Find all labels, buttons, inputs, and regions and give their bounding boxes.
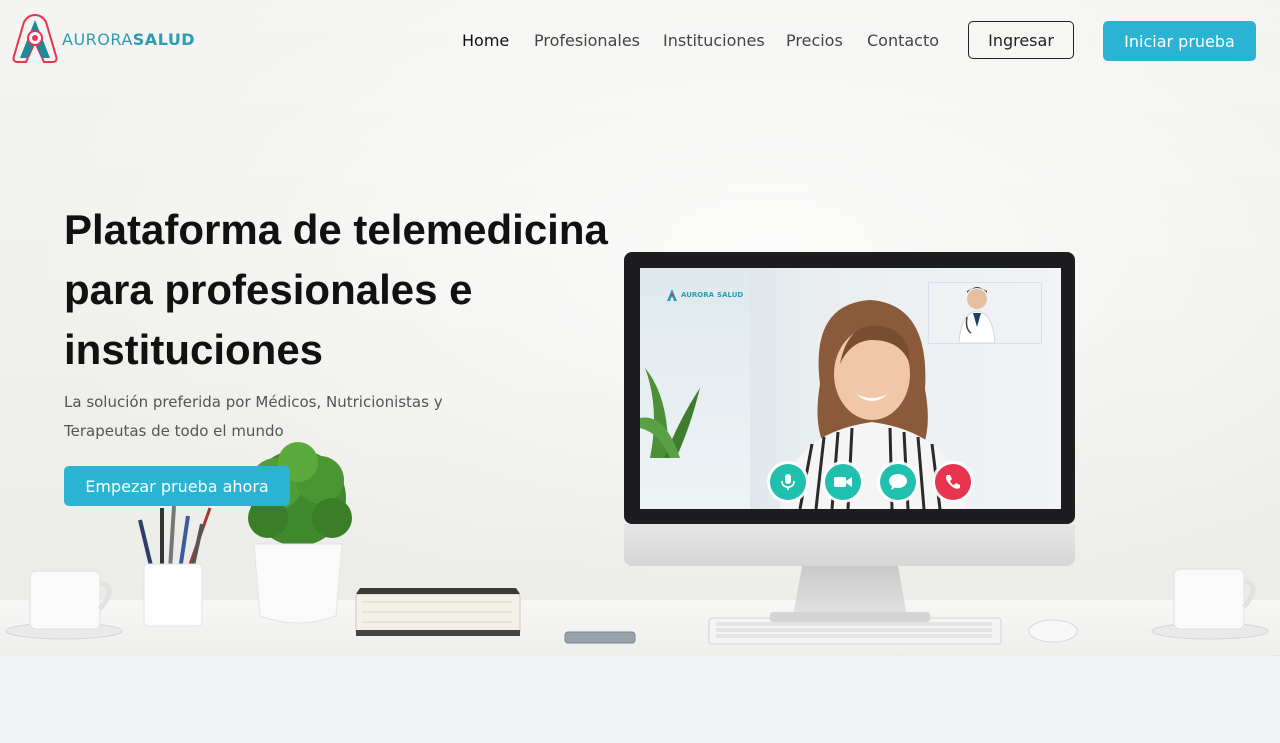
aurora-logo-icon: [12, 13, 58, 63]
microphone-icon: [781, 474, 795, 490]
hang-up-phone-icon: [946, 475, 960, 489]
nav-contacto[interactable]: Contacto: [867, 31, 939, 50]
chat-button[interactable]: [880, 464, 916, 500]
login-button[interactable]: Ingresar: [968, 21, 1074, 59]
hero-title-line1: Plataforma de telemedicina: [64, 206, 608, 253]
book-image: [355, 588, 521, 636]
screen-logo-bold: SALUD: [717, 291, 744, 299]
screen-logo: AURORA SALUD: [666, 288, 743, 302]
video-camera-button[interactable]: [825, 464, 861, 500]
hero-title-line3: instituciones: [64, 326, 324, 373]
next-section: [0, 656, 1280, 743]
hero-title-line2: para profesionales e: [64, 266, 473, 313]
pencil-holder-image: [138, 505, 212, 627]
monitor-stand: [793, 566, 907, 616]
chat-icon: [889, 474, 907, 490]
mouse-image: [1028, 619, 1078, 643]
video-call-screen: AURORA SALUD: [640, 268, 1061, 509]
start-trial-button[interactable]: Iniciar prueba: [1103, 21, 1256, 61]
hero-subtitle-line2: Terapeutas de todo el mundo: [64, 422, 284, 440]
brand-name: AURORASALUD: [62, 30, 195, 49]
phone-image: [564, 631, 636, 644]
monitor-foot: [770, 612, 930, 622]
coffee-cup-right-image: [1151, 568, 1269, 640]
video-camera-icon: [834, 477, 852, 487]
background-plant-image: [640, 368, 700, 458]
nav-instituciones[interactable]: Instituciones: [663, 31, 765, 50]
start-trial-now-button[interactable]: Empezar prueba ahora: [64, 466, 290, 506]
microphone-button[interactable]: [770, 464, 806, 500]
aurora-logo-small-icon: [667, 289, 677, 301]
coffee-cup-left-image: [5, 570, 123, 640]
hero-subtitle: La solución preferida por Médicos, Nutri…: [64, 388, 484, 446]
nav-profesionales[interactable]: Profesionales: [534, 31, 640, 50]
call-controls: [770, 464, 971, 500]
nav-home[interactable]: Home: [462, 31, 509, 50]
brand-name-bold: SALUD: [132, 29, 196, 49]
screen-logo-light: AURORA: [681, 291, 715, 299]
hero-title: Plataforma de telemedicina para profesio…: [64, 200, 644, 380]
hero-subtitle-line1: La solución preferida por Médicos, Nutri…: [64, 393, 443, 411]
hang-up-button[interactable]: [935, 464, 971, 500]
top-navigation: AURORASALUD Home Profesionales Instituci…: [0, 0, 1280, 80]
brand-name-light: AURORA: [62, 29, 133, 49]
nav-precios[interactable]: Precios: [786, 31, 843, 50]
monitor-chin: [624, 524, 1075, 566]
brand-logo[interactable]: AURORASALUD: [12, 12, 195, 66]
